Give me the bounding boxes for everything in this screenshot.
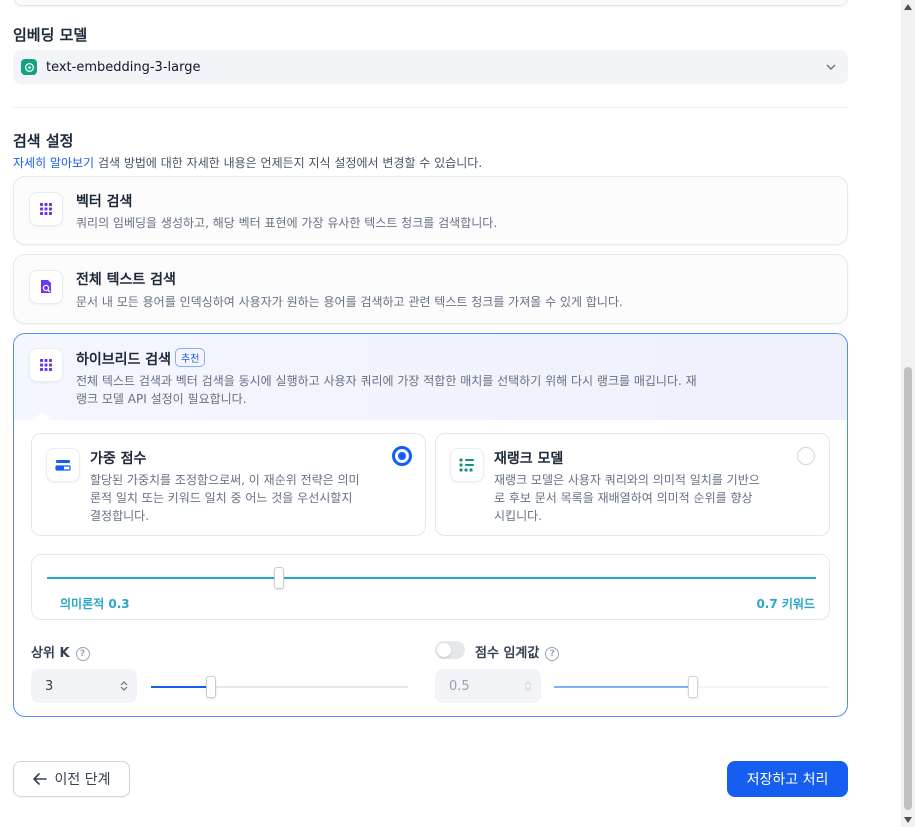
weighted-score-title: 가중 점수	[90, 451, 147, 467]
chevron-down-icon[interactable]	[524, 686, 532, 692]
help-icon[interactable]: ?	[545, 647, 560, 661]
vector-grid-icon	[29, 192, 63, 226]
weighted-score-radio[interactable]	[392, 446, 412, 466]
rerank-desc-line2: 로 후보 문서 목록을 재배열하여 의미적 순위를 향상	[494, 491, 753, 505]
hybrid-search-desc: 전체 텍스트 검색과 벡터 검색을 동시에 실행하고 사용자 쿼리에 가장 적합…	[76, 372, 836, 408]
vector-search-title: 벡터 검색	[76, 194, 133, 210]
hybrid-search-title: 하이브리드 검색 추천	[76, 348, 206, 369]
weight-slider-panel: 의미론적 0.3 0.7 키워드	[31, 554, 830, 620]
weight-slider-track[interactable]	[47, 577, 816, 579]
scrollbar-thumb[interactable]	[904, 367, 912, 810]
prev-step-button[interactable]: 이전 단계	[13, 761, 130, 797]
embedding-model-select[interactable]: text-embedding-3-large	[13, 50, 848, 84]
arrow-left-icon	[32, 773, 47, 785]
rerank-model-desc: 재랭크 모델은 사용자 쿼리와의 의미적 일치를 기반으 로 후보 문서 목록을…	[494, 471, 819, 525]
search-settings-description: 자세히 알아보기 검색 방법에 대한 자세한 내용은 언제든지 지식 설정에서 …	[13, 154, 482, 171]
document-search-icon	[29, 270, 63, 304]
vector-search-option[interactable]: 벡터 검색 쿼리의 임베딩을 생성하고, 해당 벡터 표현에 가장 유사한 텍스…	[13, 176, 848, 245]
vector-search-desc: 쿼리의 임베딩을 생성하고, 해당 벡터 표현에 가장 유사한 텍스트 청크를 …	[76, 216, 498, 230]
weight-slider-thumb[interactable]	[273, 567, 284, 589]
score-threshold-toggle[interactable]	[435, 641, 465, 659]
top-k-slider-thumb[interactable]	[206, 676, 217, 698]
fulltext-search-title: 전체 텍스트 검색	[76, 272, 176, 288]
section-divider	[13, 107, 848, 108]
chevron-down-icon[interactable]	[120, 686, 128, 692]
help-icon[interactable]: ?	[75, 647, 90, 661]
top-k-slider-fill	[151, 686, 211, 688]
hybrid-grid-icon	[29, 348, 63, 382]
hybrid-desc-line1: 전체 텍스트 검색과 벡터 검색을 동시에 실행하고 사용자 쿼리에 가장 적합…	[76, 374, 697, 388]
weighted-desc-line1: 할당된 가중치를 조정함으로써, 이 재순위 전략은 의미	[90, 473, 360, 487]
hybrid-title-text: 하이브리드 검색	[76, 352, 172, 368]
top-k-label-text: 상위 K	[31, 646, 70, 661]
scroll-down-arrow-icon[interactable]	[904, 817, 912, 823]
score-threshold-label-text: 점수 임계값	[475, 646, 540, 661]
embedding-model-value: text-embedding-3-large	[46, 59, 201, 75]
fulltext-search-option[interactable]: 전체 텍스트 검색 문서 내 모든 용어를 인덱싱하여 사용자가 원하는 용어를…	[13, 254, 848, 324]
embedding-model-title: 임베딩 모델	[13, 26, 88, 44]
rerank-model-radio[interactable]	[797, 447, 815, 465]
top-k-value: 3	[45, 678, 54, 694]
rerank-desc-line3: 시킵니다.	[494, 509, 542, 523]
top-k-input[interactable]: 3	[31, 669, 137, 703]
score-threshold-slider-thumb[interactable]	[687, 676, 698, 698]
search-settings-title: 검색 설정	[13, 132, 74, 150]
score-threshold-value: 0.5	[449, 678, 470, 694]
score-threshold-slider-fill	[554, 686, 692, 688]
learn-more-link[interactable]: 자세히 알아보기	[13, 156, 94, 170]
chevron-down-icon	[826, 62, 836, 73]
top-k-stepper-arrows[interactable]	[111, 669, 137, 703]
save-and-process-label: 저장하고 처리	[746, 772, 829, 788]
weighted-score-option[interactable]: 가중 점수 할당된 가중치를 조정함으로써, 이 재순위 전략은 의미 론적 일…	[31, 433, 426, 536]
score-threshold-input[interactable]: 0.5	[435, 669, 541, 703]
keyword-weight-label: 0.7 키워드	[756, 597, 815, 611]
search-description-text: 검색 방법에 대한 자세한 내용은 언제든지 지식 설정에서 변경할 수 있습니…	[97, 156, 483, 170]
save-and-process-button[interactable]: 저장하고 처리	[727, 761, 848, 797]
weighted-desc-line3: 결정합니다.	[90, 509, 150, 523]
rerank-desc-line1: 재랭크 모델은 사용자 쿼리와의 의미적 일치를 기반으	[494, 473, 760, 487]
weighted-score-icon	[46, 448, 80, 482]
scroll-up-arrow-icon[interactable]	[904, 4, 912, 10]
weighted-score-desc: 할당된 가중치를 조정함으로써, 이 재순위 전략은 의미 론적 일치 또는 키…	[90, 471, 415, 525]
rerank-model-option[interactable]: 재랭크 모델 재랭크 모델은 사용자 쿼리와의 의미적 일치를 기반으 로 후보…	[435, 433, 830, 536]
score-threshold-label: 점수 임계값?	[475, 642, 560, 661]
prev-step-label: 이전 단계	[54, 772, 111, 788]
rerank-model-icon	[450, 448, 484, 482]
fulltext-search-desc: 문서 내 모든 용어를 인덱싱하여 사용자가 원하는 용어를 검색하고 관련 텍…	[76, 295, 623, 309]
recommended-badge: 추천	[175, 348, 206, 367]
hybrid-desc-line2: 랭크 모델 API 설정이 필요합니다.	[76, 392, 247, 406]
weighted-desc-line2: 론적 일치 또는 키워드 일치 중 어느 것을 우선시할지	[90, 491, 353, 505]
score-threshold-stepper-arrows[interactable]	[515, 669, 541, 703]
openai-logo-icon	[21, 59, 37, 75]
hybrid-search-option[interactable]: 하이브리드 검색 추천 전체 텍스트 검색과 벡터 검색을 동시에 실행하고 사용…	[13, 333, 848, 717]
top-k-label: 상위 K?	[31, 642, 90, 661]
previous-section-card	[14, 0, 848, 6]
rerank-model-title: 재랭크 모델	[494, 451, 564, 467]
semantic-weight-label: 의미론적 0.3	[60, 597, 130, 611]
